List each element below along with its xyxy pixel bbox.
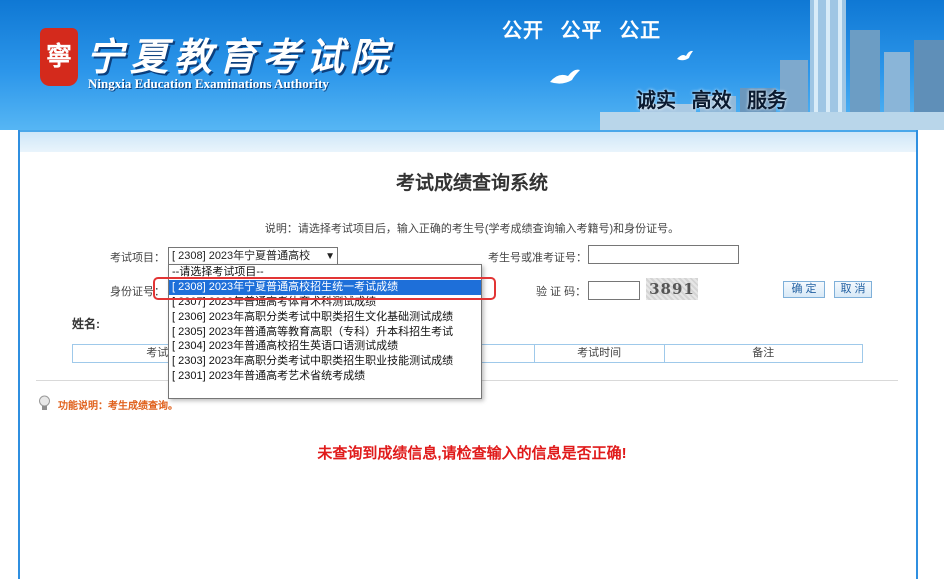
dropdown-option[interactable]: [ 2306] 2023年高职分类考试中职类招生文化基础测试成绩 [169, 310, 481, 325]
slogan-bottom: 诚实 高效 服务 [636, 90, 788, 112]
dropdown-option[interactable]: [ 2303] 2023年高职分类考试中职类招生职业技能测试成绩 [169, 354, 481, 369]
page-title: 考试成绩查询系统 [395, 173, 548, 194]
candidate-number-label: 考生号或准考证号： [488, 252, 587, 264]
header-strip [20, 130, 916, 152]
error-message: 未查询到成绩信息,请检查输入的信息是否正确! [317, 445, 627, 462]
frame-border-left [18, 130, 20, 579]
cancel-button[interactable]: 取 消 [834, 281, 872, 298]
frame-border-right [916, 130, 918, 579]
exam-project-label: 考试项目： [110, 252, 165, 264]
lightbulb-icon [39, 395, 50, 410]
confirm-button[interactable]: 确 定 [783, 281, 825, 298]
instruction-text: 说明：请选择考试项目后，输入正确的考生号(学考成绩查询输入考籍号)和身份证号。 [264, 223, 680, 235]
table-header-cell: 备注 [752, 347, 775, 359]
captcha-label: 验 证 码： [536, 286, 587, 298]
captcha-input[interactable] [588, 281, 640, 300]
slogan-top: 公开 公平 公正 [502, 20, 662, 42]
function-note: 功能说明：考生成绩查询。 [58, 401, 178, 412]
exam-project-select[interactable]: [ 2308] 2023年宁夏普通高校 ▼ [168, 247, 338, 265]
logo-subtitle: Ningxia Education Examinations Authority [88, 76, 329, 91]
captcha-image[interactable]: 3891 [646, 278, 698, 300]
exam-select-value: [ 2308] 2023年宁夏普通高校 [172, 250, 311, 262]
dove-icon [550, 69, 580, 84]
header-banner: 寧 宁夏教育考试院 Ningxia Education Examinations… [0, 0, 944, 130]
logo-emblem: 寧 [40, 28, 78, 86]
dropdown-option[interactable]: [ 2304] 2023年普通高校招生英语口语测试成绩 [169, 339, 481, 354]
table-header-cell: 考试时间 [535, 345, 665, 362]
candidate-number-input[interactable] [588, 245, 739, 264]
chevron-down-icon: ▼ [325, 251, 335, 262]
highlight-annotation [153, 277, 496, 300]
logo-title: 宁夏教育考试院 [86, 34, 395, 79]
dropdown-option[interactable]: [ 2305] 2023年普通高等教育高职（专科）升本科招生考试 [169, 325, 481, 340]
dove-icon [677, 50, 693, 61]
name-label: 姓名: [72, 317, 100, 331]
dropdown-option[interactable]: [ 2301] 2023年普通高考艺术省统考成绩 [169, 369, 481, 384]
